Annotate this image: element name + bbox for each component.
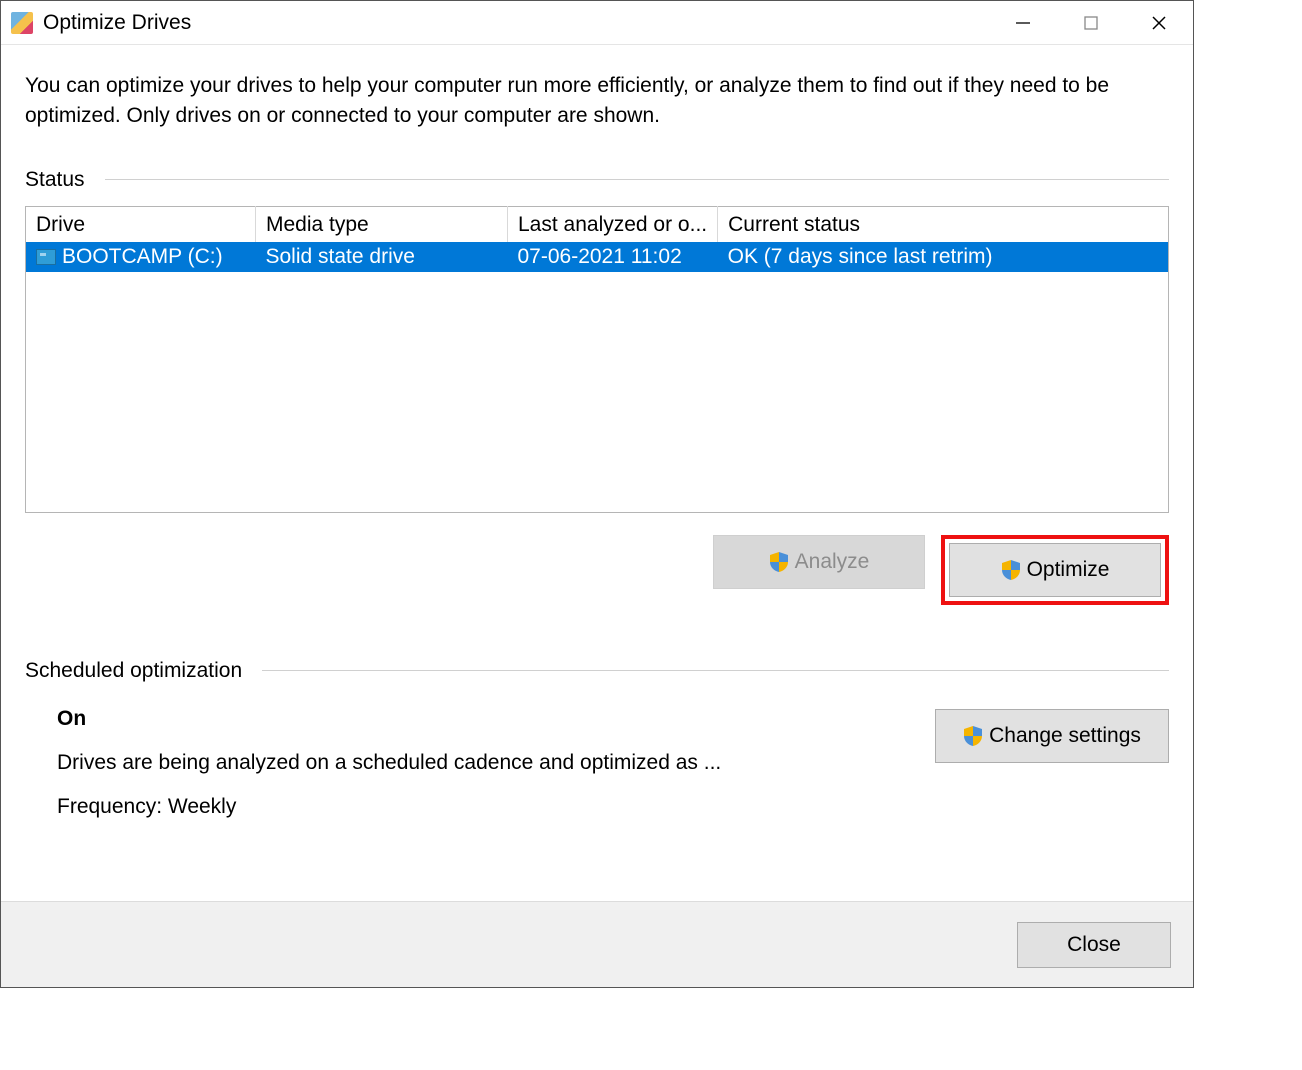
maximize-button[interactable] bbox=[1057, 1, 1125, 44]
cell-media: Solid state drive bbox=[256, 242, 508, 272]
shield-icon bbox=[769, 551, 789, 573]
shield-icon bbox=[963, 725, 983, 747]
shield-icon bbox=[1001, 559, 1021, 581]
table-empty-space bbox=[26, 272, 1169, 512]
footer: Close bbox=[1, 901, 1193, 987]
section-rule bbox=[262, 670, 1169, 671]
intro-text: You can optimize your drives to help you… bbox=[25, 71, 1169, 132]
optimize-highlight: Optimize bbox=[941, 535, 1169, 605]
cell-last: 07-06-2021 11:02 bbox=[508, 242, 718, 272]
scheduled-desc: Drives are being analyzed on a scheduled… bbox=[57, 741, 721, 785]
scheduled-label: Scheduled optimization bbox=[25, 659, 242, 683]
status-label: Status bbox=[25, 168, 85, 192]
scheduled-body: On Drives are being analyzed on a schedu… bbox=[25, 697, 721, 829]
cell-drive: BOOTCAMP (C:) bbox=[26, 242, 256, 272]
close-label: Close bbox=[1067, 933, 1121, 957]
change-settings-button[interactable]: Change settings bbox=[935, 709, 1169, 763]
minimize-button[interactable] bbox=[989, 1, 1057, 44]
col-status[interactable]: Current status bbox=[718, 206, 1169, 242]
optimize-drives-window: Optimize Drives You can optimize your dr… bbox=[0, 0, 1194, 988]
col-last[interactable]: Last analyzed or o... bbox=[508, 206, 718, 242]
col-media[interactable]: Media type bbox=[256, 206, 508, 242]
drive-name: BOOTCAMP (C:) bbox=[62, 245, 223, 268]
window-controls bbox=[989, 1, 1193, 44]
status-section-header: Status bbox=[25, 168, 1169, 192]
close-button[interactable]: Close bbox=[1017, 922, 1171, 968]
table-header-row: Drive Media type Last analyzed or o... C… bbox=[26, 206, 1169, 242]
minimize-icon bbox=[1015, 15, 1031, 31]
window-title: Optimize Drives bbox=[43, 11, 191, 35]
drive-buttons: Analyze Optimize bbox=[25, 535, 1169, 605]
scheduled-section-header: Scheduled optimization bbox=[25, 659, 1169, 683]
change-settings-label: Change settings bbox=[989, 724, 1141, 748]
optimize-label: Optimize bbox=[1027, 558, 1110, 582]
drive-table[interactable]: Drive Media type Last analyzed or o... C… bbox=[25, 206, 1169, 513]
scheduled-freq: Frequency: Weekly bbox=[57, 785, 721, 829]
scheduled-state: On bbox=[57, 697, 721, 741]
analyze-label: Analyze bbox=[795, 550, 870, 574]
close-window-button[interactable] bbox=[1125, 1, 1193, 44]
cell-status: OK (7 days since last retrim) bbox=[718, 242, 1169, 272]
app-icon bbox=[11, 12, 33, 34]
table-row[interactable]: BOOTCAMP (C:) Solid state drive 07-06-20… bbox=[26, 242, 1169, 272]
close-icon bbox=[1151, 15, 1167, 31]
maximize-icon bbox=[1083, 15, 1099, 31]
analyze-button: Analyze bbox=[713, 535, 925, 589]
drive-icon bbox=[36, 249, 56, 265]
col-drive[interactable]: Drive bbox=[26, 206, 256, 242]
titlebar: Optimize Drives bbox=[1, 1, 1193, 45]
section-rule bbox=[105, 179, 1169, 180]
optimize-button[interactable]: Optimize bbox=[949, 543, 1161, 597]
